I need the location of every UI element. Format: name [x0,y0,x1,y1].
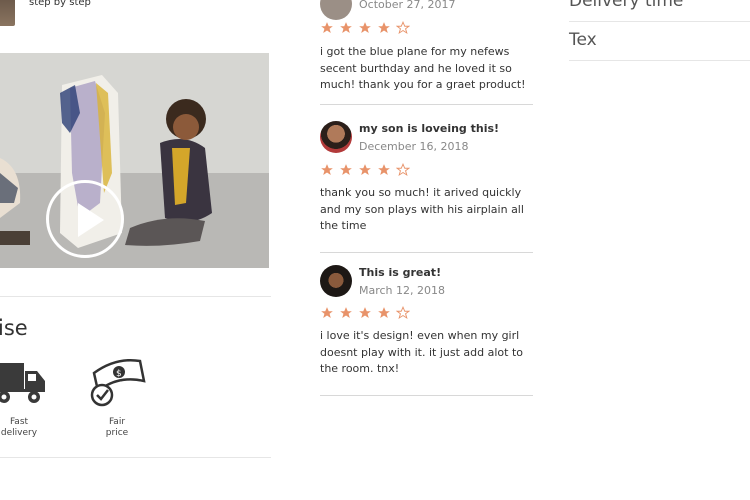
spec-divider [569,60,750,61]
review-text: i got the blue plane for my nefews secen… [320,45,526,92]
spec-divider [569,21,750,22]
review-date: March 12, 2018 [359,284,446,297]
star-filled-icon [340,164,352,175]
review-divider [320,104,533,105]
section-divider [0,296,271,297]
step-caption: step by step [29,0,91,8]
product-video[interactable] [0,53,269,268]
star-rating [320,163,410,177]
star-empty-icon [396,306,410,320]
review-date: October 27, 2017 [359,0,456,11]
review-text: thank you so much! it arived quickly and… [320,186,524,233]
feature-label-line2: price [105,428,129,438]
review-date: December 16, 2018 [359,140,469,153]
money-check-icon: $ [90,359,146,407]
step-thumbnail[interactable] [0,0,15,26]
star-filled-icon [378,22,390,33]
star-empty-icon [396,21,410,35]
section-divider [0,457,271,458]
feature-label-line1: Fair [108,417,126,427]
star-empty-icon [396,163,410,177]
section-heading: ise [0,316,28,340]
star-filled-icon [378,164,390,175]
star-rating [320,306,410,320]
review-text: i love it's design! even when my girl do… [320,329,523,376]
review-divider [320,395,533,396]
video-frame [0,53,269,268]
feature-fair-price: $ Fair price [88,355,146,439]
svg-text:$: $ [116,369,122,379]
star-filled-icon [359,22,371,33]
avatar [320,0,352,20]
review-item: October 27, 2017 i got the blue plane fo… [320,0,533,104]
avatar [320,121,352,153]
star-filled-icon [359,307,371,318]
star-filled-icon [340,22,352,33]
star-filled-icon [378,307,390,318]
feature-fast-delivery: Fast delivery [0,357,45,439]
avatar [320,265,352,297]
spec-delivery-time[interactable]: Delivery time [569,0,750,11]
review-title: my son is loveing this! [359,122,500,135]
review-divider [320,252,533,253]
feature-label-line1: Fast [9,417,29,427]
review-title: This is great! [359,266,442,279]
review-item: my son is loveing this! December 16, 201… [320,121,533,252]
star-filled-icon [321,307,333,318]
star-filled-icon [359,164,371,175]
star-rating [320,21,410,35]
star-filled-icon [321,22,333,33]
review-item: This is great! March 12, 2018 i love it'… [320,265,533,395]
truck-icon [0,363,45,403]
star-filled-icon [340,307,352,318]
spec-tex[interactable]: Tex [569,30,750,50]
play-button[interactable] [46,180,124,258]
star-filled-icon [321,164,333,175]
feature-label-line2: delivery [0,428,38,438]
